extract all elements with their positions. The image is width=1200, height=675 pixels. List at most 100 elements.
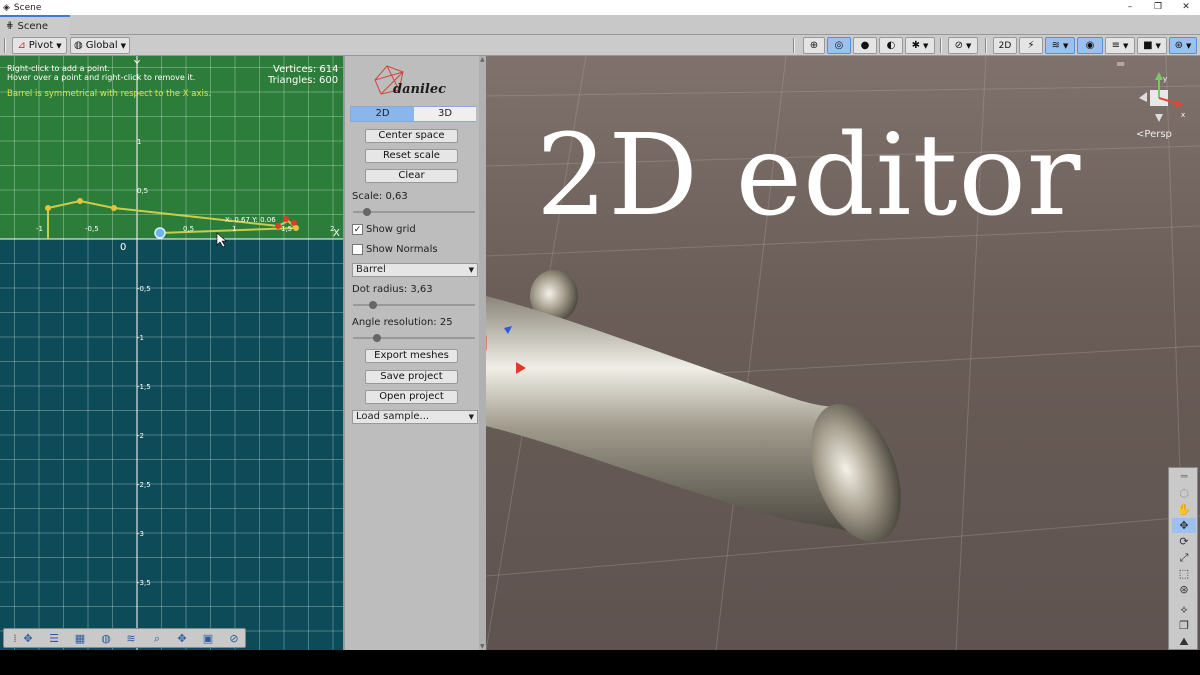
projection-label[interactable]: <Persp xyxy=(1136,129,1172,140)
tab-3d[interactable]: 3D xyxy=(414,107,476,121)
layers-dropdown[interactable]: ≋ ▼ xyxy=(1045,37,1075,54)
window-title: Scene xyxy=(13,2,42,13)
clear-button[interactable]: Clear xyxy=(365,169,458,183)
maximize-button[interactable]: ❐ xyxy=(1144,0,1172,15)
y-tick-label: -2 xyxy=(137,432,144,440)
close-button[interactable]: ✕ xyxy=(1172,0,1200,15)
global-dropdown[interactable]: ◍ Global ▼ xyxy=(70,37,130,54)
pivot-dropdown[interactable]: ⊿ Pivot ▼ xyxy=(12,37,67,54)
duplicate-tool-icon[interactable]: ❐ xyxy=(1172,618,1196,633)
wireframe-sphere-icon: ◎ xyxy=(834,40,844,51)
terrain-tool-icon[interactable]: ⛰ xyxy=(1172,634,1196,649)
gizmo-crosshair-button[interactable]: ⊕ xyxy=(803,37,825,54)
debug-dropdown[interactable]: ✱ ▼ xyxy=(905,37,935,54)
wireframe-shading-button[interactable]: ◎ xyxy=(827,37,851,54)
hand-tool-icon[interactable]: ✋ xyxy=(1172,502,1196,517)
shaded-sphere-icon: ● xyxy=(860,40,870,51)
globe-icon[interactable]: ◍ xyxy=(96,631,116,646)
lighting-toggle-button[interactable]: ⚡ xyxy=(1019,37,1043,54)
load-sample-select[interactable]: Load sample... ▼ xyxy=(352,410,478,424)
symmetry-note: Barrel is symmetrical with respect to th… xyxy=(7,89,212,99)
tab-2d[interactable]: 2D xyxy=(351,107,414,121)
chevron-down-icon: ▼ xyxy=(120,41,127,50)
hint-line-2: Hover over a point and right-click to re… xyxy=(7,73,196,82)
transform-tool-icon[interactable]: ⊛ xyxy=(1172,582,1196,597)
y-tick-label: -3 xyxy=(137,530,144,538)
open-project-button[interactable]: Open project xyxy=(365,390,458,404)
angle-resolution-slider-knob[interactable] xyxy=(373,334,381,342)
gizmo-x-cone-icon[interactable] xyxy=(1175,100,1183,108)
layers-icon[interactable]: ≋ xyxy=(121,631,141,646)
chevron-down-icon: ▼ xyxy=(1123,41,1129,50)
control-point[interactable] xyxy=(77,198,83,204)
orientation-gizmo[interactable]: y x xyxy=(1131,70,1191,128)
control-point[interactable] xyxy=(45,205,51,211)
2d-toggle-button[interactable]: 2D xyxy=(993,37,1017,54)
move-tool-icon[interactable]: ✥ xyxy=(1172,518,1196,533)
camera-icon: ■ xyxy=(1143,40,1153,51)
angle-resolution-slider[interactable] xyxy=(353,334,475,342)
y-tick-label: -1,5 xyxy=(137,383,151,391)
2d-editor-canvas[interactable]: X: 0.67 Y: 0.06 X Y 0 -1 -0,5 0,5 1 1,5 2 1 0,… xyxy=(0,56,343,650)
tab-bar: ⋕ Scene xyxy=(0,15,1200,35)
rect-tool-icon[interactable]: ⬚ xyxy=(1172,566,1196,581)
camera-icon[interactable]: ▣ xyxy=(198,631,218,646)
shaded-button[interactable]: ● xyxy=(853,37,877,54)
rotate-tool-icon[interactable]: ⟳ xyxy=(1172,534,1196,549)
selected-control-point[interactable] xyxy=(154,227,166,239)
layers-icon: ≋ xyxy=(1051,40,1060,51)
control-point[interactable] xyxy=(111,205,117,211)
control-point[interactable] xyxy=(283,216,289,222)
dot-radius-slider[interactable] xyxy=(353,301,475,309)
export-meshes-button[interactable]: Export meshes xyxy=(365,349,458,363)
center-space-button[interactable]: Center space xyxy=(365,129,458,143)
unlit-button[interactable]: ◐ xyxy=(879,37,903,54)
vertices-count: Vertices: 614 xyxy=(273,64,339,75)
dot-radius-slider-knob[interactable] xyxy=(369,301,377,309)
show-normals-checkbox[interactable] xyxy=(352,244,363,255)
scale-slider[interactable] xyxy=(353,208,475,216)
gizmo-neg-y-cone-icon[interactable] xyxy=(1155,114,1163,122)
gizmo-y-cone-icon[interactable] xyxy=(1155,72,1163,80)
3d-viewport[interactable]: 2D editor y x <Persp ═ ═ ⬡ ✋ ✥ ⟳ ⤢ ⬚ ⊛ ⟡… xyxy=(486,56,1200,650)
scale-tool-icon[interactable]: ⤢ xyxy=(1172,550,1196,565)
toolbar-separator xyxy=(793,38,795,53)
chevron-down-icon: ▼ xyxy=(56,41,62,50)
gizmos-dropdown[interactable]: ⊛ ▼ xyxy=(1169,37,1197,54)
tab-scene[interactable]: ⋕ Scene xyxy=(0,15,70,35)
minimize-button[interactable]: – xyxy=(1116,0,1144,15)
stack-dropdown[interactable]: ≡ ▼ xyxy=(1105,37,1135,54)
stack-icon: ≡ xyxy=(1111,40,1120,51)
show-grid-checkbox[interactable]: ✓ xyxy=(352,224,363,235)
reset-scale-button[interactable]: Reset scale xyxy=(365,149,458,163)
2d-grid-canvas[interactable]: X: 0.67 Y: 0.06 X Y 0 -1 -0,5 0,5 1 1,5 2 10,… xyxy=(0,56,343,650)
camera-dropdown[interactable]: ■ ▼ xyxy=(1137,37,1167,54)
visibility-toggle-button[interactable]: ◉ xyxy=(1077,37,1103,54)
custom-tool-icon[interactable]: ⟡ xyxy=(1172,602,1196,617)
origin-label: 0 xyxy=(120,242,126,253)
chevron-down-icon: ▼ xyxy=(468,266,474,274)
shape-select[interactable]: Barrel ▼ xyxy=(352,263,478,277)
move-tool-icon[interactable]: ✥ xyxy=(172,631,192,646)
gizmo-neg-x-cone-icon[interactable] xyxy=(1139,92,1147,102)
svg-text:x: x xyxy=(1181,111,1185,119)
y-tick-label: -0,5 xyxy=(137,285,151,293)
chevron-down-icon: ▼ xyxy=(966,41,972,50)
scroll-up-icon[interactable]: ▲ xyxy=(480,56,485,63)
sliders-icon[interactable]: ☰ xyxy=(44,631,64,646)
view-mode-tabs: 2D 3D xyxy=(350,106,476,122)
view-cube-icon[interactable]: ⬡ xyxy=(1172,486,1196,501)
save-project-button[interactable]: Save project xyxy=(365,370,458,384)
checkmark-icon: ✓ xyxy=(353,225,362,235)
hint-line-1: Right-click to add a point. xyxy=(7,64,110,73)
move-tool-icon[interactable]: ✥ xyxy=(18,631,38,646)
x-tick-label: 1,5 xyxy=(281,225,292,233)
search-icon[interactable]: ⌕ xyxy=(147,631,167,646)
compass-icon[interactable]: ⊘ xyxy=(224,631,244,646)
control-point[interactable] xyxy=(293,225,299,231)
overlay-menu-icon[interactable]: ═ xyxy=(1117,57,1124,71)
scroll-down-icon[interactable]: ▼ xyxy=(480,643,485,650)
grid-toggle-icon[interactable]: ▦ xyxy=(70,631,90,646)
scale-slider-knob[interactable] xyxy=(363,208,371,216)
effects-dropdown[interactable]: ⊘ ▼ xyxy=(948,37,978,54)
